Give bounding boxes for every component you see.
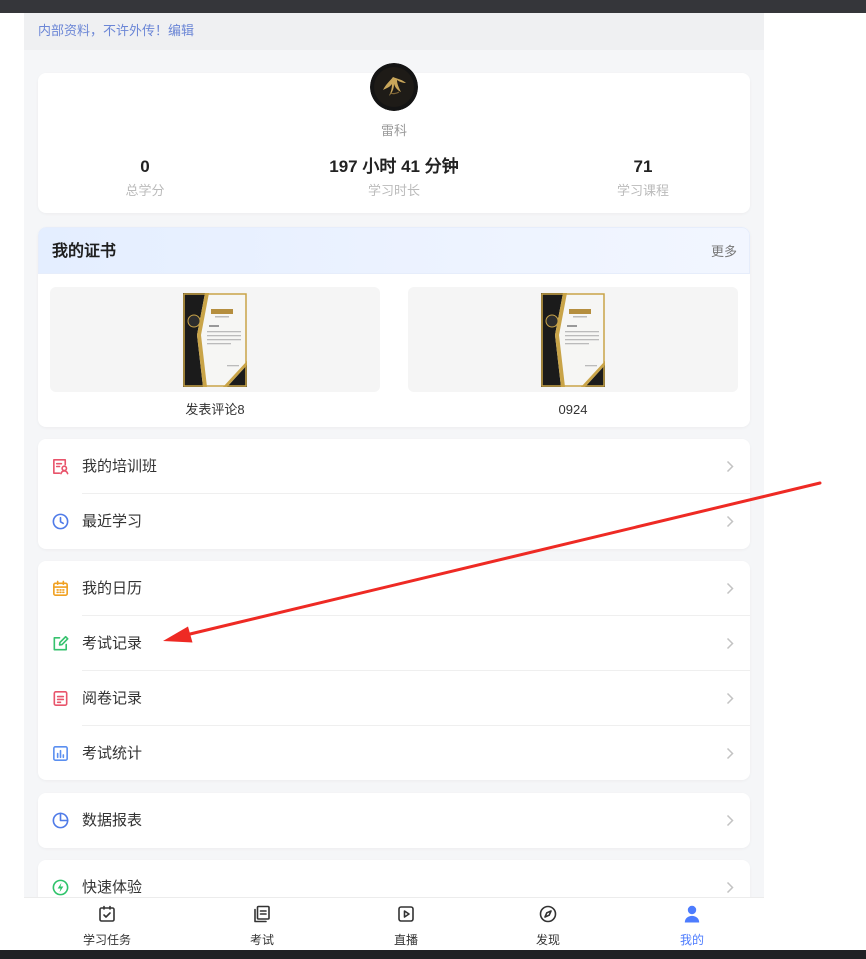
nav-tab-exam[interactable]: 考试 [212,898,312,951]
menu-group-learning: 我的培训班 最近学习 [38,439,750,549]
notice-text: 内部资料，不许外传！ [38,23,169,38]
stat-study-time-label: 学习时长 [367,183,420,198]
certificates-title: 我的证书 [52,243,117,260]
nav-label: 考试 [249,933,274,947]
menu-item-label: 考试记录 [82,635,143,652]
menu-group-exams: 我的日历 考试记录 阅卷记录 考试统计 [38,561,750,780]
stat-courses-value: 71 [633,157,653,176]
nav-label: 学习任务 [82,933,131,947]
menu-item-data-reports[interactable]: 数据报表 [38,793,750,848]
certificate-name: 0924 [558,402,588,417]
menu-item-label: 阅卷记录 [82,690,143,707]
menu-item-exam-statistics[interactable]: 考试统计 [38,726,750,780]
certificate-tile[interactable] [50,287,380,392]
user-name: 雷科 [380,123,407,138]
live-play-icon [396,904,416,924]
taskbar-strip [0,950,866,959]
document-icon [51,689,70,708]
notice-edit-link[interactable]: 编辑 [168,23,194,38]
pie-chart-icon [51,811,70,830]
nav-tab-tasks[interactable]: 学习任务 [57,898,157,951]
chevron-right-icon [726,692,734,705]
browser-bookmarks-bar [0,0,866,13]
calendar-icon [51,579,70,598]
stat-courses-label: 学习课程 [616,183,669,198]
chevron-right-icon [726,582,734,595]
menu-item-recent-learning[interactable]: 最近学习 [38,494,750,549]
certificates-header: 我的证书 更多 [38,227,750,274]
nav-label: 直播 [393,933,418,947]
compass-icon [538,904,558,924]
certificate-name: 发表评论8 [185,402,245,417]
training-class-icon [51,457,70,476]
edit-record-icon [51,634,70,653]
certificate-thumbnail [541,293,605,387]
chevron-right-icon [726,460,734,473]
certificates-more-link[interactable]: 更多 [711,228,737,275]
certificates-card: 我的证书 更多 发表评论8 0924 [38,227,750,427]
lightning-icon [51,878,70,897]
menu-item-training-class[interactable]: 我的培训班 [38,439,750,494]
nav-label: 我的 [679,933,704,947]
notice-banner: 内部资料，不许外传！编辑 [38,23,194,39]
menu-item-label: 最近学习 [82,513,143,530]
nav-label: 发现 [535,933,560,947]
clock-icon [51,512,70,531]
chevron-right-icon [726,814,734,827]
nav-tab-live[interactable]: 直播 [356,898,456,951]
nav-tab-mine[interactable]: 我的 [642,898,742,951]
menu-item-calendar[interactable]: 我的日历 [38,561,750,616]
stat-study-time-value: 197 小时 41 分钟 [329,157,459,176]
nav-tab-discover[interactable]: 发现 [498,898,598,951]
menu-item-exam-records[interactable]: 考试记录 [38,616,750,671]
chevron-right-icon [726,637,734,650]
chevron-right-icon [726,515,734,528]
menu-item-label: 我的培训班 [82,458,158,475]
certificate-thumbnail [183,293,247,387]
stat-total-credits-label: 总学分 [125,183,165,198]
exam-icon [252,904,272,924]
user-icon [682,904,702,924]
menu-item-label: 考试统计 [82,745,143,762]
menu-group-reports: 数据报表 [38,793,750,848]
chevron-right-icon [726,747,734,760]
avatar[interactable] [370,63,418,111]
menu-item-grading-records[interactable]: 阅卷记录 [38,671,750,726]
menu-item-label: 数据报表 [82,812,143,829]
certificate-tile[interactable] [408,287,738,392]
bottom-nav: 学习任务 考试 直播 发现 我的 [24,897,764,950]
avatar-image [370,63,418,111]
menu-item-label: 我的日历 [82,580,143,597]
stat-total-credits-value: 0 [140,157,150,176]
chevron-right-icon [726,881,734,894]
task-check-icon [97,904,117,924]
bar-chart-icon [51,744,70,763]
